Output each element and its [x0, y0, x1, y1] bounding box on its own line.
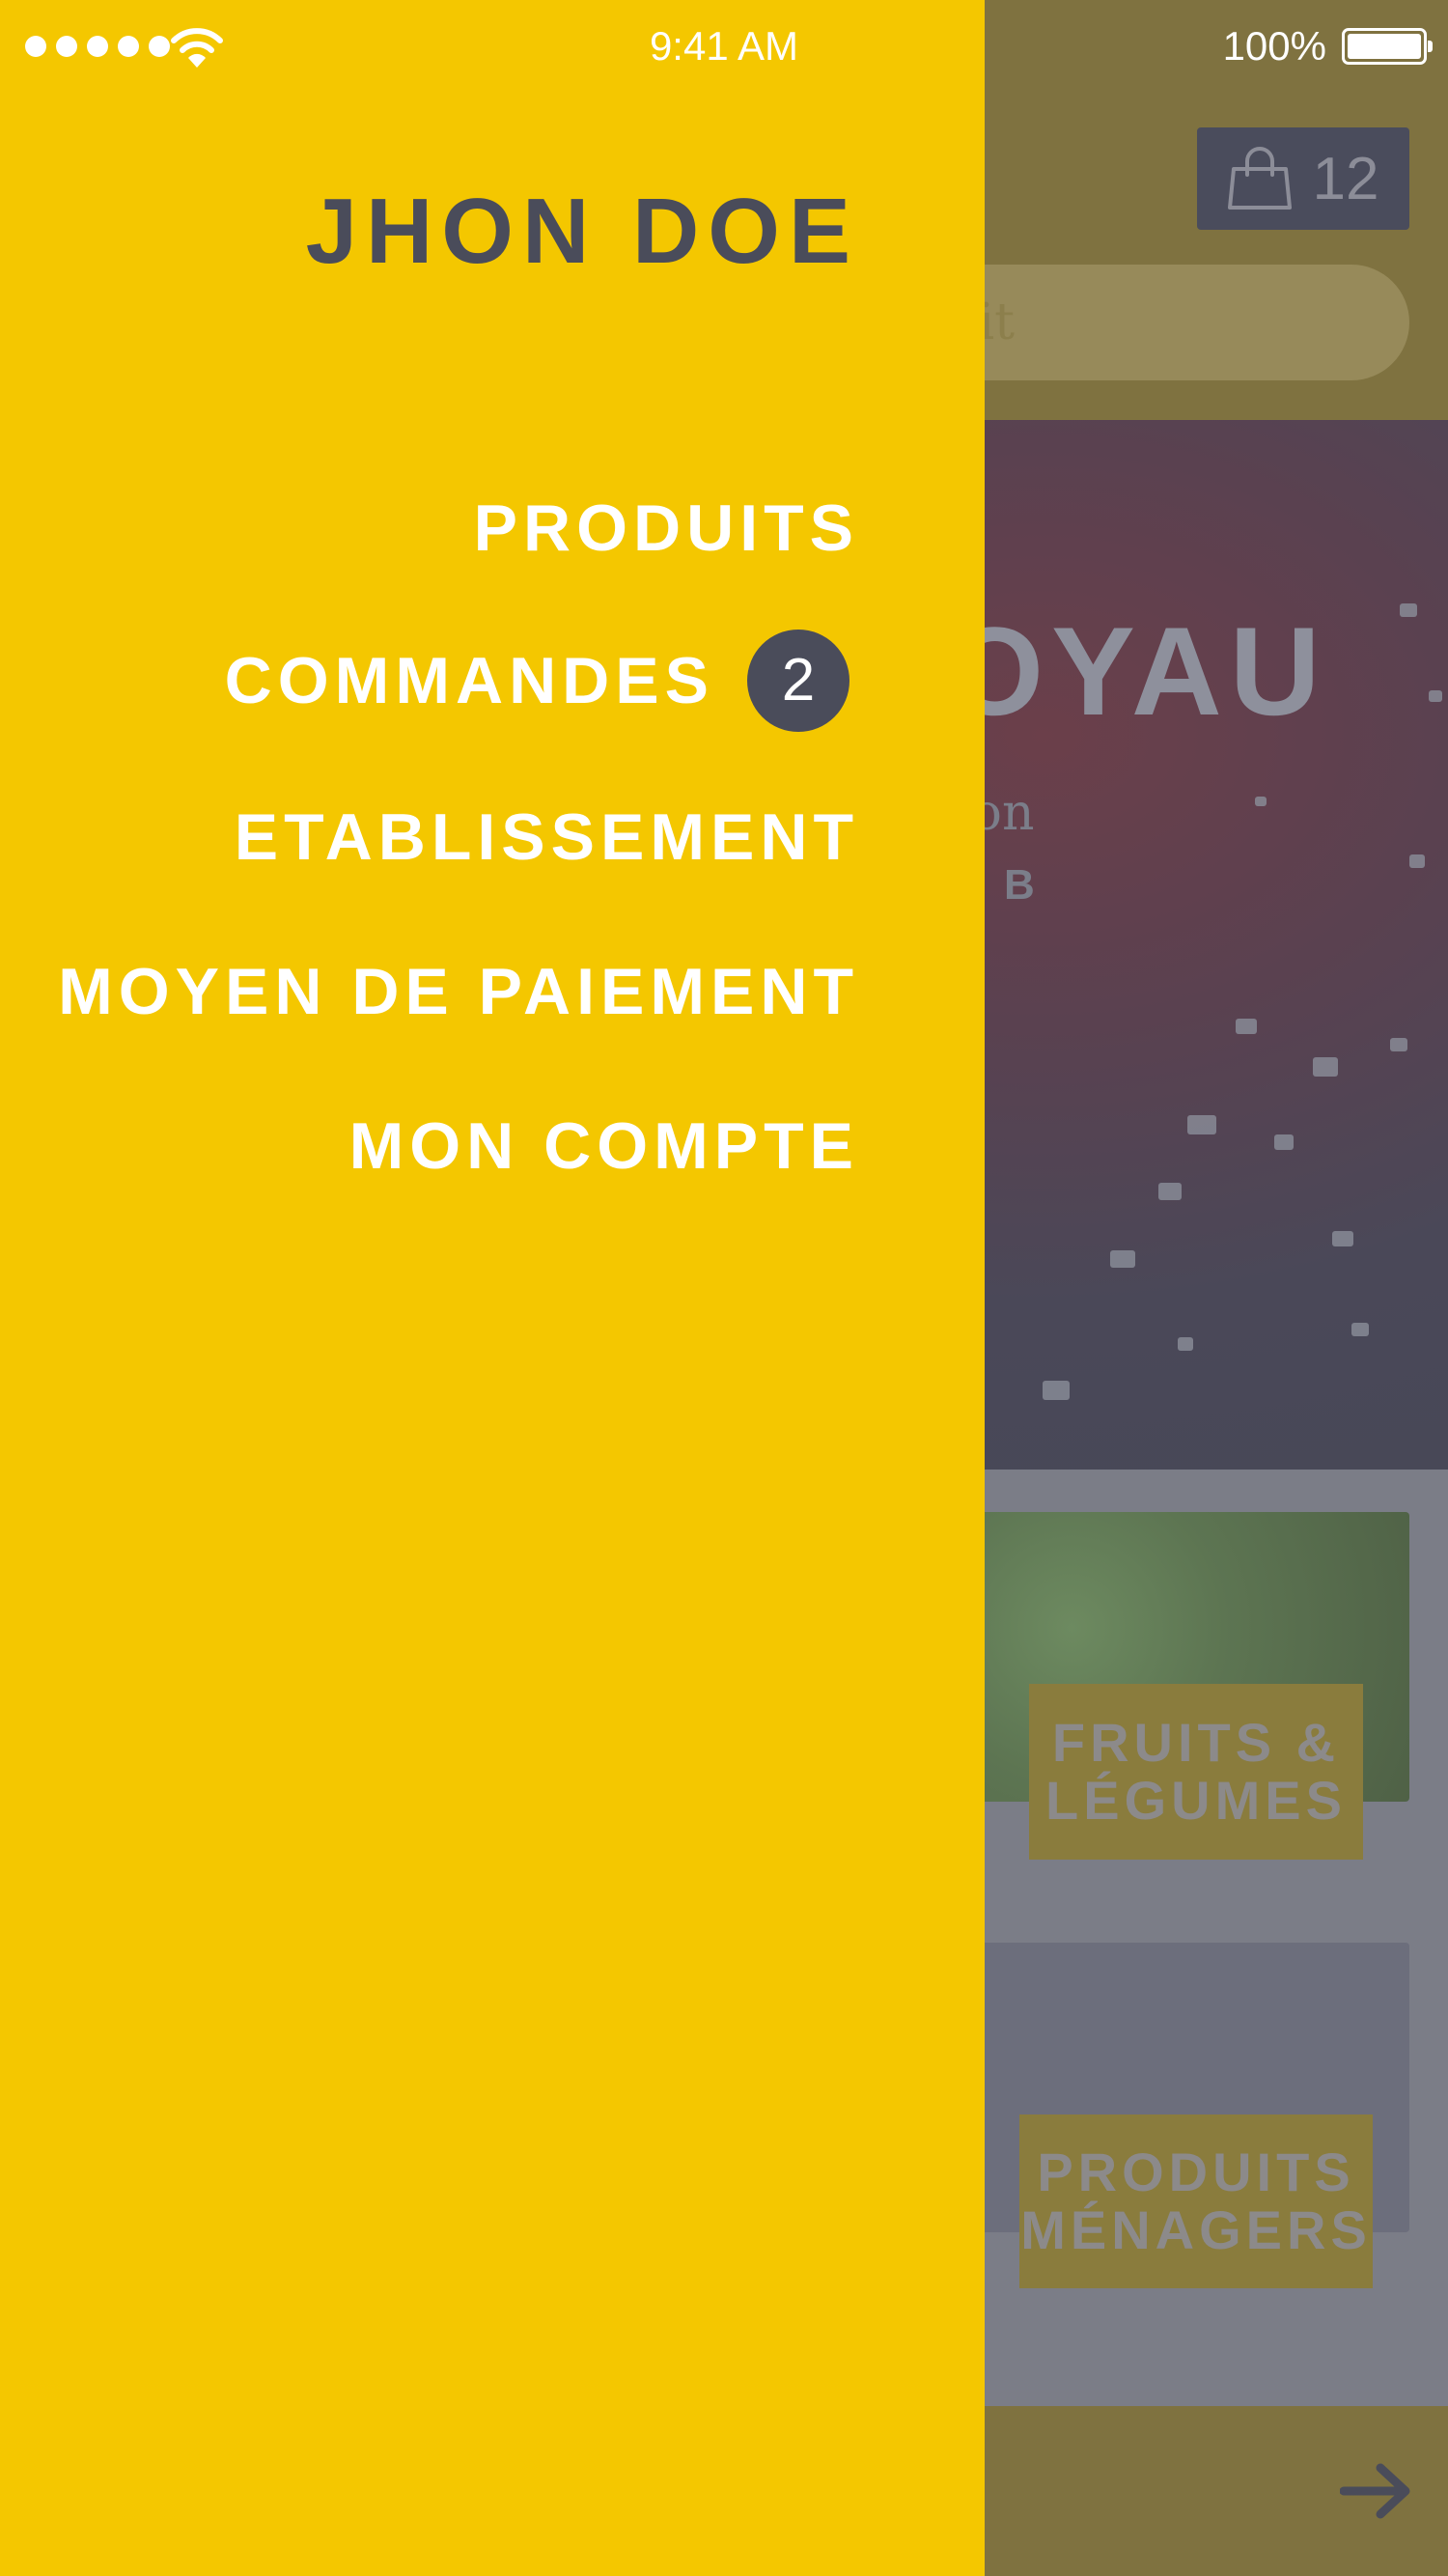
commandes-count-badge: 2: [747, 630, 849, 732]
menu-item-label: PRODUITS: [473, 491, 859, 565]
category-label-fruits: FRUITS & LÉGUMES: [1029, 1684, 1363, 1860]
status-bar: 9:41 AM 100%: [0, 0, 1448, 97]
menu-item-mon-compte[interactable]: MON COMPTE: [349, 1103, 859, 1190]
menu-item-label: MON COMPTE: [348, 1109, 859, 1183]
menu-item-label: COMMANDES: [224, 644, 714, 717]
battery-percent: 100%: [1222, 23, 1326, 69]
cart-button[interactable]: 12: [1197, 127, 1409, 230]
menu-item-produits[interactable]: PRODUITS: [474, 485, 859, 572]
menu-item-label: ETABLISSEMENT: [234, 800, 859, 874]
shopping-bag-icon: [1227, 147, 1292, 210]
hero-title: OYAU: [946, 601, 1328, 742]
menu-item-commandes[interactable]: COMMANDES 2: [224, 630, 849, 732]
cart-count: 12: [1312, 145, 1379, 212]
menu-item-moyen-de-paiement[interactable]: MOYEN DE PAIEMENT: [58, 948, 859, 1035]
arrow-right-icon[interactable]: [1340, 2462, 1411, 2520]
menu-item-label: MOYEN DE PAIEMENT: [58, 955, 859, 1028]
user-name: JHON DOE: [305, 180, 859, 283]
side-drawer: JHON DOE PRODUITS COMMANDES 2 ETABLISSEM…: [0, 0, 985, 2576]
battery-icon: [1342, 28, 1433, 65]
category-label-menagers: PRODUITS MÉNAGERS: [1019, 2114, 1373, 2288]
menu-item-etablissement[interactable]: ETABLISSEMENT: [235, 794, 859, 881]
